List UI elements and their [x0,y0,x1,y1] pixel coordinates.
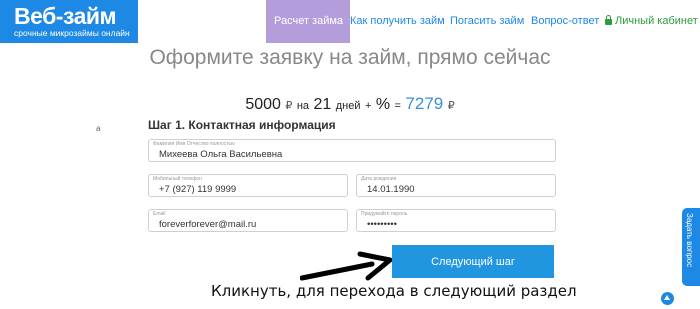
nav-item-repay[interactable]: Погасить займ [450,0,524,43]
birth-date-field[interactable]: Дата рождения 14.01.1990 [356,174,556,197]
password-field[interactable]: Придумайте пароль ••••••••• [356,209,556,232]
currency-sign: ₽ [285,100,293,112]
loan-total: 7279 [405,94,444,113]
plus-sign: + [364,100,372,112]
full-name-label: Фамилия Имя Отчество полностью [153,141,235,147]
ask-question-label: Задать вопрос [685,213,694,268]
full-name-value[interactable]: Михеева Ольга Васильевна [159,149,282,160]
password-value[interactable]: ••••••••• [367,219,397,230]
main-nav: Расчет займа Как получить займ Погасить … [266,0,700,43]
email-label: Email [153,211,166,217]
logo-title: Веб-займ [14,3,117,29]
personal-cabinet-label: Личный кабинет [615,15,698,27]
birth-date-value[interactable]: 14.01.1990 [367,184,415,195]
next-step-button[interactable]: Следующий шаг [392,245,554,278]
email-field[interactable]: Email foreverforever@mail.ru [148,209,348,232]
step-title: Шаг 1. Контактная информация [148,118,336,132]
stray-text: a [96,124,101,133]
full-name-field[interactable]: Фамилия Имя Отчество полностью Михеева О… [148,139,556,162]
on-word: на [296,100,310,112]
scroll-up-icon[interactable] [661,292,674,305]
phone-value[interactable]: +7 (927) 119 9999 [159,184,236,195]
percent-sign: % [375,96,391,113]
logo-subtitle: срочные микрозаймы онлайн [14,28,130,38]
phone-field[interactable]: Мобильный телефон +7 (927) 119 9999 [148,174,348,197]
annotation-text: Кликнуть, для перехода в следующий разде… [211,282,577,300]
nav-item-how-to-get[interactable]: Как получить займ [350,0,445,43]
password-label: Придумайте пароль [361,211,408,217]
site-logo[interactable]: Веб-займ срочные микрозаймы онлайн [0,0,138,43]
annotation-arrow-icon [300,251,392,281]
email-value[interactable]: foreverforever@mail.ru [159,219,256,230]
loan-days: 21 [313,96,332,113]
loan-summary: 5000 ₽ на 21 дней + % = 7279 ₽ [0,94,700,114]
total-currency-sign: ₽ [447,100,455,112]
ask-question-tab[interactable]: Задать вопрос [682,208,700,286]
page-headline: Оформите заявку на займ, прямо сейчас [149,46,551,69]
phone-label: Мобильный телефон [153,176,202,182]
equals-sign: = [394,100,401,112]
days-label: дней [335,100,361,112]
loan-amount: 5000 [245,96,281,113]
lock-icon [605,15,612,25]
birth-date-label: Дата рождения [361,176,397,182]
nav-item-loan-calc[interactable]: Расчет займа [266,0,350,43]
nav-item-faq[interactable]: Вопрос-ответ [531,0,599,43]
nav-item-personal-cabinet[interactable]: Личный кабинет [605,0,698,43]
